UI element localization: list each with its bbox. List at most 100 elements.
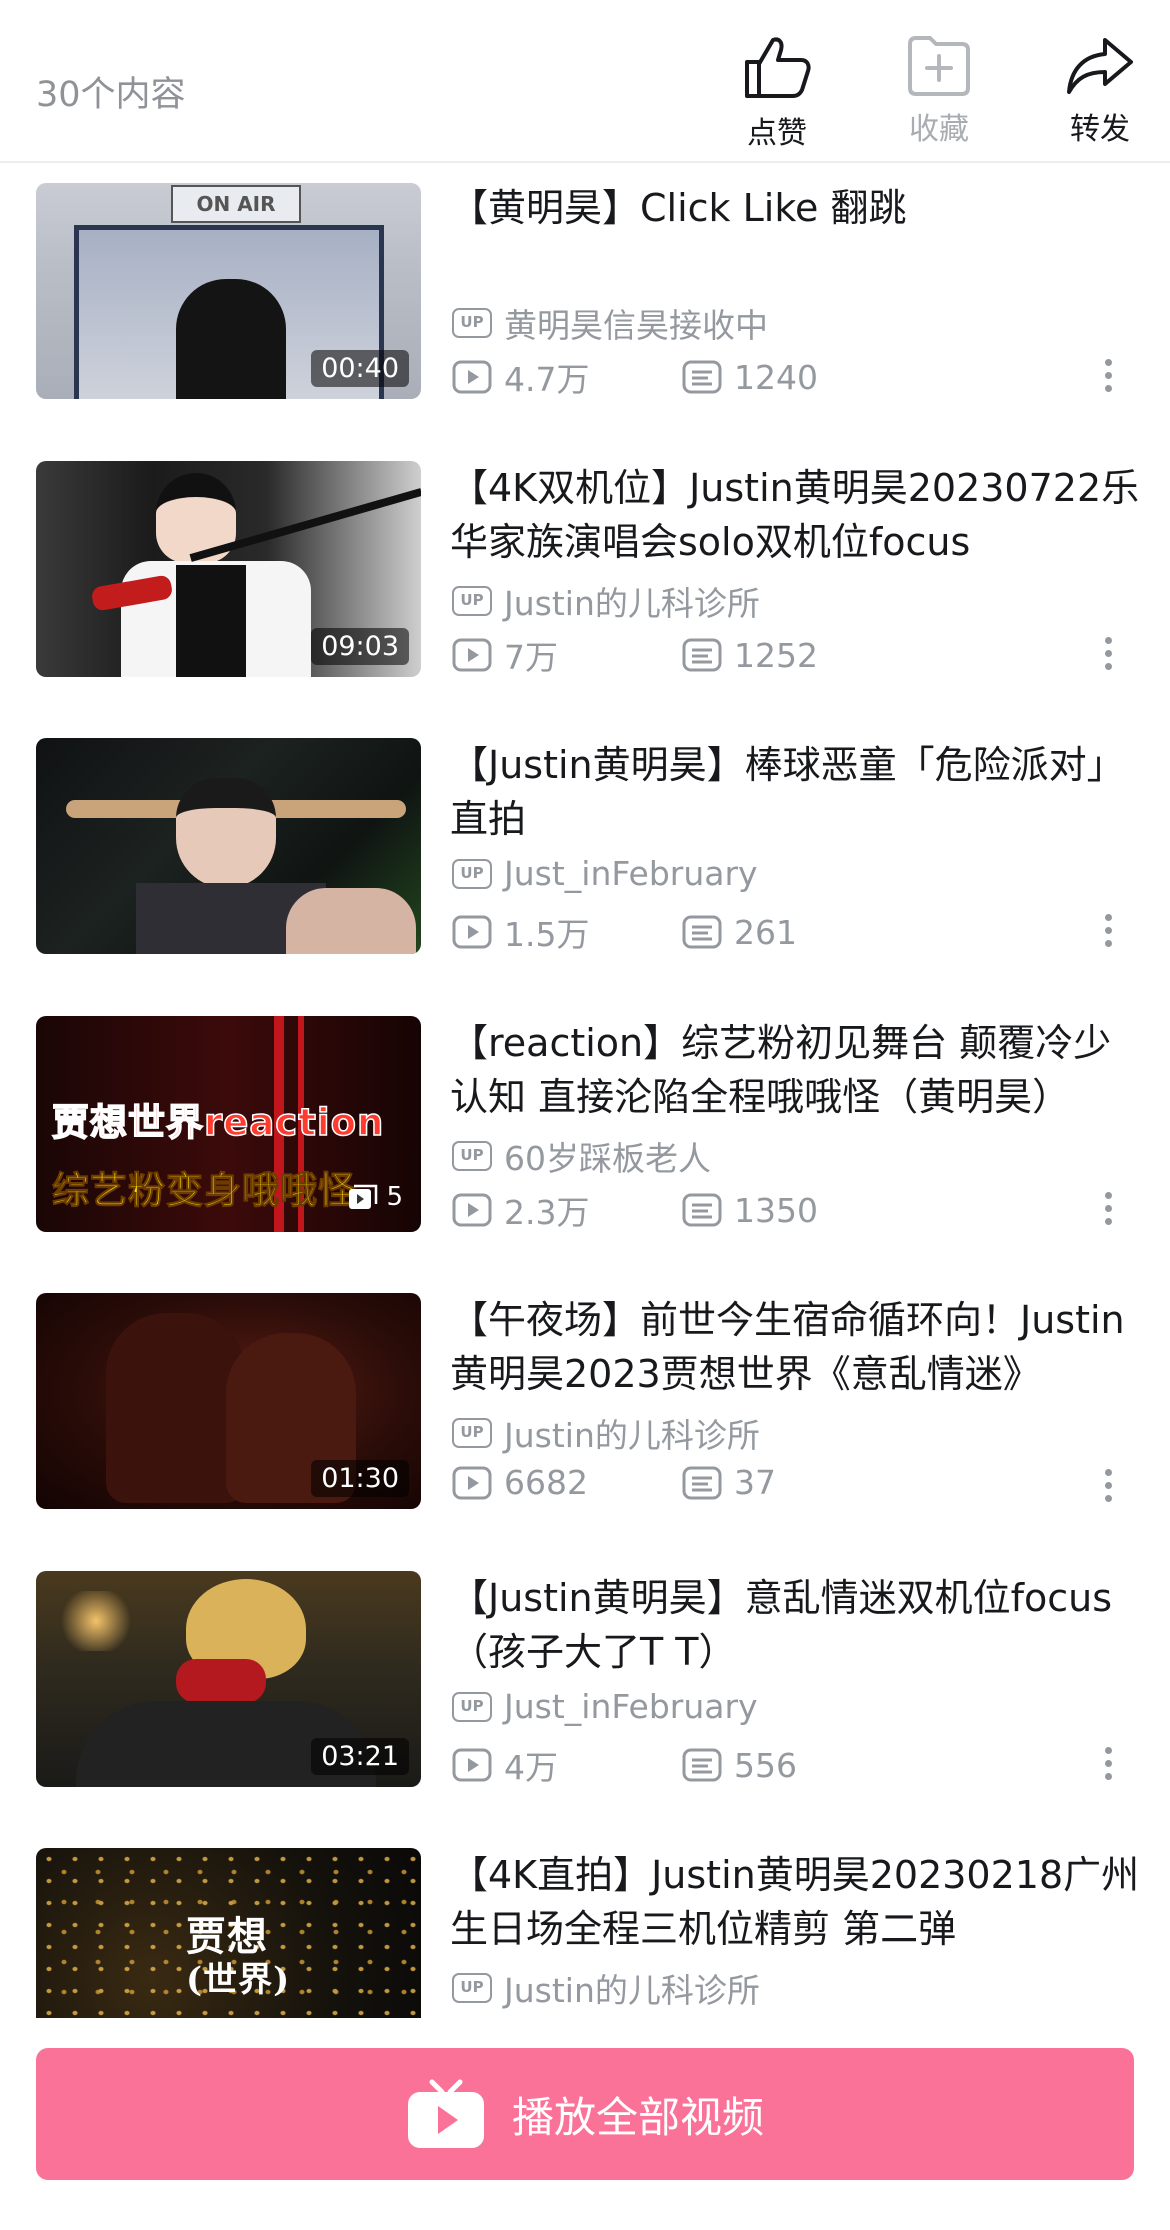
video-title[interactable]: 【午夜场】前世今生宿命循环向！Justin黄明昊2023贾想世界《意乱情迷》 [450,1293,1140,1401]
uploader-name: Just_inFebruary [504,1687,758,1726]
danmaku-count: 556 [682,1746,797,1785]
play-all-label: 播放全部视频 [511,2092,764,2142]
video-item[interactable]: 【Justin黄明昊】棒球恶童「危险派对」直拍 UP Just_inFebrua… [0,738,1170,958]
more-icon[interactable] [1102,359,1114,395]
folder-plus-icon [908,36,970,96]
up-badge-icon: UP [452,1691,492,1722]
video-thumbnail[interactable]: 09:03 [36,461,421,677]
thumb-shoulder [286,888,416,954]
danmaku-count: 1240 [682,358,818,397]
stats-row: 4.7万 1240 [452,353,1152,401]
view-count: 6682 [452,1463,682,1502]
video-item[interactable]: 贾想世界reaction 综艺粉变身哦哦怪 5 【reaction】综艺粉初见舞… [0,1016,1170,1236]
video-item[interactable]: 09:03 【4K双机位】Justin黄明昊20230722乐华家族演唱会sol… [0,461,1170,681]
danmaku-icon [682,1466,722,1499]
like-label: 点赞 [747,116,807,151]
more-icon[interactable] [1102,637,1114,673]
video-thumbnail[interactable] [36,738,421,954]
danmaku-icon [682,1748,722,1782]
header-bar: 30个内容 点赞 收藏 转发 [0,0,1170,163]
share-label: 转发 [1070,112,1130,147]
uploader-row[interactable]: UP 60岁踩板老人 [452,1132,711,1180]
cover-text-line1: 贾想世界reaction [51,1100,385,1145]
play-count-icon [452,638,492,672]
uploader-name: 黄明昊信昊接收中 [504,306,768,345]
video-item[interactable]: 01:30 【午夜场】前世今生宿命循环向！Justin黄明昊2023贾想世界《意… [0,1293,1170,1513]
video-list: ON AIR 00:40 【黄明昊】Click Like 翻跳 UP 黄明昊信昊… [0,165,1170,2018]
view-count: 1.5万 [452,908,682,956]
stats-row: 1.5万 261 [452,908,1152,956]
uploader-name: Justin的儿科诊所 [504,584,760,623]
uploader-row[interactable]: UP Just_inFebruary [452,1687,758,1726]
video-title[interactable]: 【reaction】综艺粉初见舞台 颠覆冷少认知 直接沦陷全程哦哦怪（黄明昊） [450,1016,1140,1124]
video-duration: 00:40 [311,350,409,387]
video-thumbnail[interactable]: ON AIR 00:40 [36,183,421,399]
video-item[interactable]: 贾想 (世界) 【4K直拍】Justin黄明昊20230218广州生日场全程三机… [0,1848,1170,2018]
share-button[interactable]: 转发 [1045,34,1155,154]
video-duration: 03:21 [311,1738,409,1775]
up-badge-icon: UP [452,1141,492,1171]
video-thumbnail[interactable]: 01:30 [36,1293,421,1509]
favorite-button[interactable]: 收藏 [884,34,994,154]
more-icon[interactable] [1102,914,1114,950]
view-count: 4万 [452,1741,682,1789]
uploader-name: 60岁踩板老人 [504,1139,711,1178]
video-duration: 01:30 [311,1460,409,1497]
tv-play-icon [407,2079,484,2148]
uploader-name: Justin的儿科诊所 [504,1971,760,2010]
cover-text-line2: 综艺粉变身哦哦怪 [52,1169,356,1213]
danmaku-count: 1350 [682,1191,818,1230]
play-count-icon [452,915,492,949]
more-icon[interactable] [1102,1192,1114,1228]
video-title[interactable]: 【Justin黄明昊】意乱情迷双机位focus（孩子大了T T） [450,1571,1140,1679]
stats-row: 2.3万 1350 [452,1186,1152,1234]
video-thumbnail[interactable]: 贾想世界reaction 综艺粉变身哦哦怪 5 [36,1016,421,1232]
uploader-row[interactable]: UP Justin的儿科诊所 [452,1409,760,1457]
video-thumbnail[interactable]: 03:21 [36,1571,421,1787]
stats-row: 4万 556 [452,1741,1152,1789]
stats-row: 6682 37 [452,1463,1152,1502]
play-count-icon [452,1466,492,1499]
danmaku-icon [682,1193,722,1227]
uploader-row[interactable]: UP 黄明昊信昊接收中 [452,299,768,347]
thumb-light [56,1591,136,1651]
play-all-button[interactable]: 播放全部视频 [36,2048,1134,2180]
thumb-playlist: 5 [348,1182,403,1212]
thumb-scarf [176,1659,266,1703]
play-count-icon [452,1748,492,1782]
danmaku-icon [682,360,722,394]
up-badge-icon: UP [452,858,492,889]
danmaku-count: 37 [682,1463,776,1502]
video-thumbnail[interactable]: 贾想 (世界) [36,1848,421,2018]
up-badge-icon: UP [452,1973,492,2003]
like-button[interactable]: 点赞 [722,34,832,154]
danmaku-icon [682,638,722,672]
content-count: 30个内容 [36,75,186,115]
play-count-icon [452,360,492,394]
thumb-vest [176,565,246,677]
video-duration: 09:03 [311,628,409,665]
video-title[interactable]: 【黄明昊】Click Like 翻跳 [450,181,1140,235]
uploader-name: Justin的儿科诊所 [504,1416,760,1455]
more-icon[interactable] [1102,1469,1114,1505]
cover-text-line2: (世界) [186,1960,291,2000]
up-badge-icon: UP [452,308,492,338]
video-title[interactable]: 【4K直拍】Justin黄明昊20230218广州生日场全程三机位精剪 第二弹 [450,1848,1140,1956]
danmaku-icon [682,915,722,949]
thumb-face [176,778,276,888]
uploader-row[interactable]: UP Just_inFebruary [452,854,758,893]
video-item[interactable]: 03:21 【Justin黄明昊】意乱情迷双机位focus（孩子大了T T） U… [0,1571,1170,1791]
video-title[interactable]: 【4K双机位】Justin黄明昊20230722乐华家族演唱会solo双机位fo… [450,461,1140,569]
video-title[interactable]: 【Justin黄明昊】棒球恶童「危险派对」直拍 [450,738,1140,846]
more-icon[interactable] [1102,1747,1114,1783]
thumb-sign: ON AIR [171,185,301,223]
up-badge-icon: UP [452,586,492,616]
uploader-row[interactable]: UP Justin的儿科诊所 [452,1964,760,2012]
uploader-row[interactable]: UP Justin的儿科诊所 [452,577,760,625]
multi-part-icon [349,1184,378,1209]
thumb-figure [106,1313,246,1503]
video-item[interactable]: ON AIR 00:40 【黄明昊】Click Like 翻跳 UP 黄明昊信昊… [0,183,1170,403]
up-badge-icon: UP [452,1418,492,1448]
thumbs-up-icon [745,37,811,98]
thumb-figure [176,279,286,399]
